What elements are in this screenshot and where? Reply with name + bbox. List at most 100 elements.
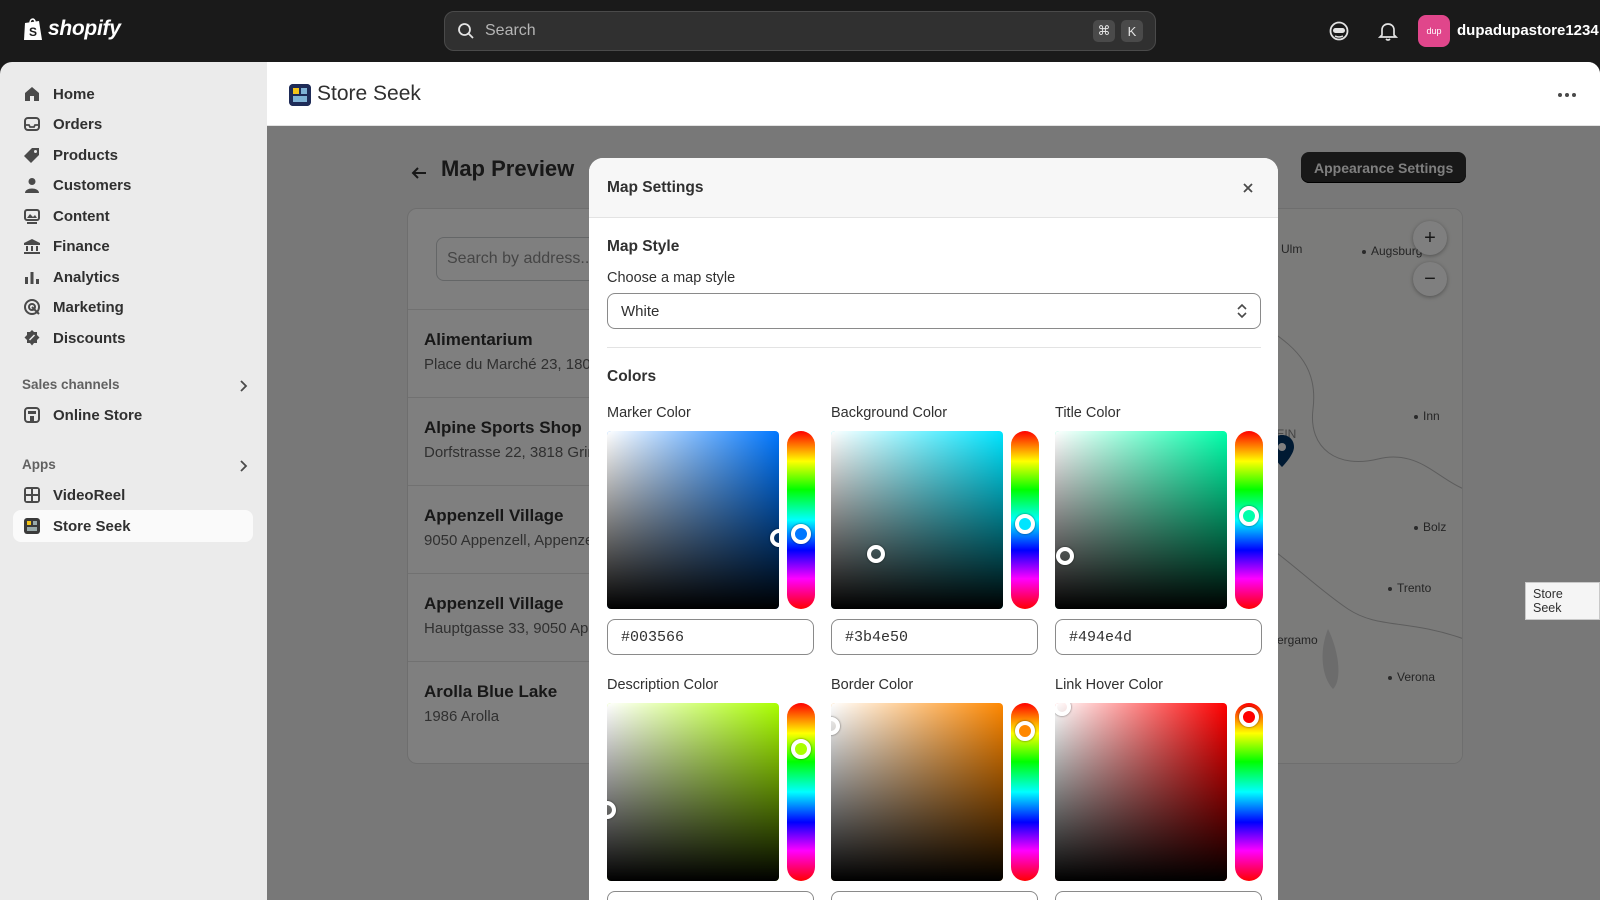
colors-heading: Colors (607, 368, 657, 385)
background-color-saturation-area[interactable] (831, 431, 1003, 609)
hue-handle[interactable] (1015, 721, 1035, 742)
sidebar-item-discounts[interactable]: Discounts (13, 322, 253, 354)
sidebar-item-marketing[interactable]: Marketing (13, 291, 253, 323)
app-title: Store Seek (317, 82, 421, 105)
map-tooltip: Store Seek (1525, 582, 1600, 620)
shortcut-k-key: K (1121, 20, 1143, 42)
bank-icon (24, 239, 40, 254)
sidekick-icon[interactable] (1328, 20, 1350, 42)
sidebar-item-label: Online Store (53, 406, 143, 424)
link-hover-color-label: Link Hover Color (1055, 677, 1163, 693)
top-bar: S shopify Search ⌘ K dup dupadupastore12… (0, 0, 1600, 62)
sidebar-item-products[interactable]: Products (13, 139, 253, 171)
background-color-label: Background Color (831, 405, 948, 421)
hue-handle[interactable] (791, 524, 811, 545)
hue-handle[interactable] (1015, 513, 1035, 534)
shopify-bag-icon: S (24, 18, 42, 40)
search-placeholder: Search (485, 22, 536, 39)
search-icon (458, 23, 474, 39)
sidebar-item-content[interactable]: Content (13, 200, 253, 232)
discount-icon (24, 330, 40, 346)
saturation-handle[interactable] (866, 544, 885, 563)
border-color-hex-input[interactable] (831, 891, 1038, 900)
title-color-hue-slider[interactable] (1235, 431, 1263, 609)
sidebar-item-videoreel[interactable]: VideoReel (13, 479, 253, 511)
sidebar-item-label: Customers (53, 176, 132, 194)
border-color-picker: Border Color (831, 677, 1039, 900)
chevron-right-icon[interactable] (236, 459, 250, 473)
app-header: Store Seek (267, 62, 1600, 126)
svg-text:S: S (29, 25, 37, 39)
border-color-hue-slider[interactable] (1011, 703, 1039, 881)
sidebar-item-label: Orders (53, 115, 103, 133)
global-search[interactable]: Search ⌘ K (444, 11, 1156, 51)
title-color-saturation-area[interactable] (1055, 431, 1227, 609)
modal-header: Map Settings (589, 158, 1278, 218)
map-settings-modal: Map Settings Map Style Choose a map styl… (589, 158, 1278, 900)
title-color-hex-input[interactable]: #494e4d (1055, 619, 1262, 655)
sidebar-item-label: Marketing (53, 298, 124, 316)
hue-handle[interactable] (1239, 506, 1259, 527)
marker-color-picker: Marker Color #003566 (607, 405, 815, 665)
map-style-heading: Map Style (607, 238, 680, 255)
sidebar-item-label: Home (53, 85, 95, 103)
close-icon[interactable] (1241, 181, 1255, 195)
store-seek-icon (24, 518, 40, 534)
background-color-hex-input[interactable]: #3b4e50 (831, 619, 1038, 655)
link-hover-color-hue-slider[interactable] (1235, 703, 1263, 881)
marker-color-hue-slider[interactable] (787, 431, 815, 609)
tag-icon (24, 148, 39, 163)
apps-title[interactable]: Apps (22, 457, 56, 472)
bar-chart-icon (25, 272, 39, 284)
sidebar-item-finance[interactable]: Finance (13, 230, 253, 262)
sidebar-item-orders[interactable]: Orders (13, 108, 253, 140)
sidebar-item-label: Content (53, 207, 110, 225)
sidebar-item-home[interactable]: Home (13, 78, 253, 110)
map-style-value: White (621, 302, 660, 320)
hue-handle[interactable] (791, 739, 811, 760)
sidebar-item-label: Products (53, 146, 119, 164)
sales-channels-title[interactable]: Sales channels (22, 377, 120, 392)
description-color-picker: Description Color (607, 677, 815, 900)
link-hover-color-hex-input[interactable] (1055, 891, 1262, 900)
sidebar-item-analytics[interactable]: Analytics (13, 261, 253, 293)
sidebar-item-label: Discounts (53, 329, 126, 347)
bell-icon[interactable] (1377, 20, 1399, 42)
marker-color-saturation-area[interactable] (607, 431, 779, 609)
background-color-hue-slider[interactable] (1011, 431, 1039, 609)
chevron-right-icon[interactable] (236, 379, 250, 393)
modal-title: Map Settings (607, 179, 704, 196)
sidebar-item-label: Analytics (53, 268, 120, 286)
border-color-label: Border Color (831, 677, 914, 693)
map-style-select[interactable]: White (607, 293, 1261, 329)
person-icon (25, 178, 39, 193)
marker-color-hex-input[interactable]: #003566 (607, 619, 814, 655)
videoreel-icon (24, 487, 40, 503)
hue-handle[interactable] (1239, 707, 1259, 728)
title-color-picker: Title Color #494e4d (1055, 405, 1263, 665)
store-name[interactable]: dupadupastore1234 (1457, 22, 1599, 39)
select-chevron-icon (1237, 303, 1247, 319)
shopify-logo[interactable]: S shopify (22, 16, 121, 42)
description-color-hue-slider[interactable] (787, 703, 815, 881)
more-horizontal-icon[interactable] (1557, 92, 1577, 98)
background-color-picker: Background Color #3b4e50 (831, 405, 1039, 665)
marker-color-label: Marker Color (607, 405, 691, 421)
description-color-hex-input[interactable] (607, 891, 814, 900)
shortcut-cmd-key: ⌘ (1093, 20, 1115, 42)
link-hover-color-saturation-area[interactable] (1055, 703, 1227, 881)
description-color-saturation-area[interactable] (607, 703, 779, 881)
sidebar-item-online-store[interactable]: Online Store (13, 399, 253, 431)
sidebar-item-customers[interactable]: Customers (13, 169, 253, 201)
avatar[interactable]: dup (1418, 15, 1450, 47)
sidebar-item-store-seek[interactable]: Store Seek (13, 510, 253, 542)
border-color-saturation-area[interactable] (831, 703, 1003, 881)
store-seek-logo-icon (289, 84, 311, 106)
description-color-label: Description Color (607, 677, 719, 693)
sidebar-item-label: VideoReel (53, 486, 126, 504)
link-hover-color-picker: Link Hover Color (1055, 677, 1263, 900)
divider (607, 347, 1261, 348)
sidebar-item-label: Store Seek (53, 517, 131, 535)
saturation-handle[interactable] (1056, 546, 1075, 565)
map-style-label: Choose a map style (607, 270, 736, 286)
